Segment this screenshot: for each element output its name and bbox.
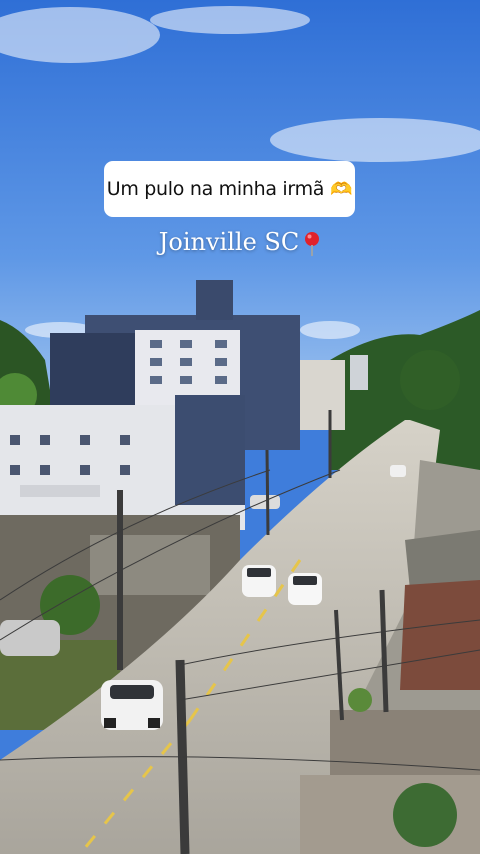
white-car-2 [242, 565, 276, 597]
caption-sticker[interactable]: Um pulo na minha irmã 🫶 [104, 161, 355, 217]
photo-scene: Um pulo na minha irmã 🫶 Joinville SC [0, 0, 480, 854]
caption-text: Um pulo na minha irmã [106, 178, 325, 200]
roof-right [400, 580, 480, 690]
white-car-3 [288, 573, 322, 605]
street-photo [0, 0, 480, 854]
location-sticker[interactable]: Joinville SC [0, 224, 480, 260]
heart-hands-emoji: 🫶 [330, 178, 353, 200]
round-pushpin-icon [305, 232, 320, 256]
location-text: Joinville SC [158, 228, 300, 256]
white-car-front [101, 680, 163, 730]
